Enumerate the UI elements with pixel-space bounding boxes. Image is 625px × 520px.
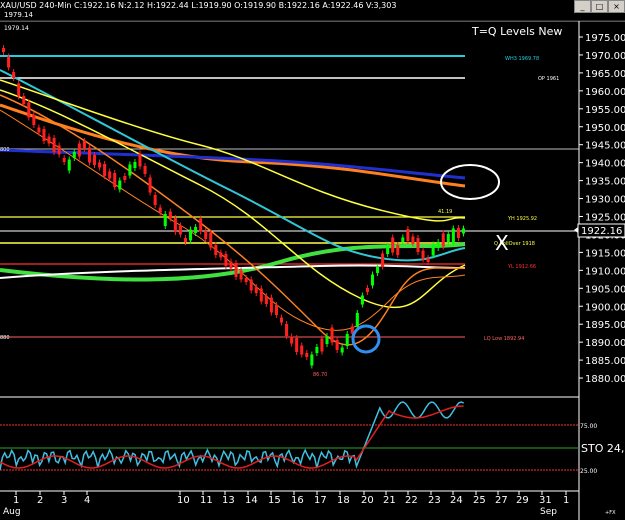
time-axis-label: 15	[268, 495, 281, 506]
level-label-wh3: WH3 1969.78	[505, 56, 539, 62]
time-axis-label: 14	[245, 495, 258, 506]
price-axis-label: 1930.00	[585, 195, 625, 206]
price-axis-label: 1975.00	[585, 33, 625, 44]
time-axis-label: 1	[563, 495, 569, 506]
x-mark: X	[495, 231, 509, 255]
price-axis-label: 1925.00	[585, 213, 625, 224]
left-label-880: 880	[0, 335, 10, 341]
time-axis: 1 2 3 4 10 11 13 14 15 16 17 18 20 21 22 23 24 25 27 29 31 1	[13, 491, 569, 506]
stoch-label-25: 25.00	[580, 468, 597, 475]
peak-label: 41.19	[438, 209, 452, 215]
level-label-lq-low: LQ Low 1892.94	[484, 336, 524, 342]
time-axis-label: 17	[314, 495, 327, 506]
current-price-label: 1922.16	[581, 226, 622, 237]
price-chart[interactable]: WH3 1969.78 OP 1961 YH 1925.92 41.19 Q R…	[0, 0, 625, 520]
price-axis-label: 1890.00	[585, 338, 625, 349]
price-axis-label: 1880.00	[585, 374, 625, 385]
price-axis-label: 1935.00	[585, 177, 625, 188]
stoch-label-75: 75.00	[580, 423, 597, 430]
ma-orange-long	[0, 103, 466, 188]
time-axis-label: 23	[428, 495, 441, 506]
price-axis-label: 1950.00	[585, 123, 625, 134]
ma-yellow-1	[0, 79, 466, 222]
time-axis-label: 25	[473, 495, 486, 506]
time-axis-label: 29	[516, 495, 529, 506]
prev-price-label: 1979.14	[4, 25, 29, 32]
time-axis-label: 21	[383, 495, 396, 506]
low-label: 86.70	[313, 372, 327, 378]
current-price-pointer	[574, 227, 578, 233]
price-axis-label: 1970.00	[585, 51, 625, 62]
candlesticks	[2, 45, 465, 369]
highlight-circle-blue	[351, 324, 381, 354]
price-axis-label: 1885.00	[585, 356, 625, 367]
time-axis-label: 31	[539, 495, 552, 506]
time-axis-label: 3	[61, 495, 67, 506]
price-axis-label: 1900.00	[585, 302, 625, 313]
time-axis-label: 10	[177, 495, 190, 506]
highlight-circle-white	[440, 164, 500, 200]
left-label-800: 800	[0, 147, 10, 153]
level-label-op: OP 1961	[538, 76, 559, 82]
price-axis-label: 1905.00	[585, 284, 625, 295]
time-axis-label: 27	[495, 495, 508, 506]
time-axis-label: 1	[13, 495, 19, 506]
time-axis-label: 22	[405, 495, 418, 506]
corner-mark: +FX	[605, 510, 616, 516]
month-aug-label: Aug	[3, 507, 21, 517]
stoch-indicator-label: STO 24,	[581, 442, 624, 455]
time-axis-label: 11	[200, 495, 213, 506]
price-axis: 1975.00 1970.00 1965.00 1960.00 1955.00 1950.…	[579, 33, 625, 385]
price-axis-label: 1955.00	[585, 105, 625, 116]
price-axis-label: 1960.00	[585, 87, 625, 98]
time-axis-label: 4	[84, 495, 90, 506]
price-axis-label: 1895.00	[585, 320, 625, 331]
time-axis-label: 20	[361, 495, 374, 506]
time-axis-label: 16	[291, 495, 304, 506]
price-axis-label: 1945.00	[585, 141, 625, 152]
time-axis-label: 2	[37, 495, 43, 506]
price-axis-label: 1940.00	[585, 159, 625, 170]
price-axis-label: 1910.00	[585, 266, 625, 277]
time-axis-label: 18	[337, 495, 350, 506]
time-axis-label: 13	[222, 495, 235, 506]
price-axis-label: 1915.00	[585, 248, 625, 259]
chart-title: T=Q Levels New	[471, 25, 562, 38]
level-label-yl: YL 1912.66	[507, 264, 536, 270]
time-axis-label: 24	[450, 495, 463, 506]
level-label-yh: YH 1925.92	[507, 216, 537, 222]
price-axis-label: 1965.00	[585, 69, 625, 80]
stoch-d-line	[0, 405, 464, 469]
month-sep-label: Sep	[540, 507, 557, 517]
